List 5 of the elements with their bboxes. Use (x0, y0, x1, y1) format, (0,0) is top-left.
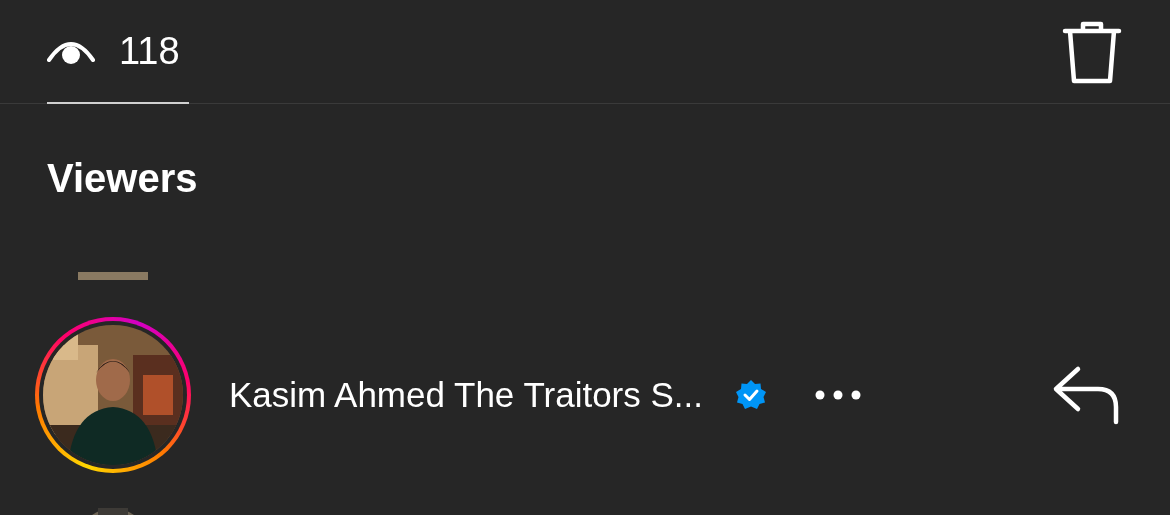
more-options-icon[interactable] (815, 390, 861, 400)
reply-arrow-icon[interactable] (1052, 365, 1120, 425)
section-title: Viewers (46, 155, 199, 202)
views-tab[interactable]: 118 (47, 0, 189, 104)
viewer-name[interactable]: Kasim Ahmed The Traitors S... (229, 368, 703, 422)
